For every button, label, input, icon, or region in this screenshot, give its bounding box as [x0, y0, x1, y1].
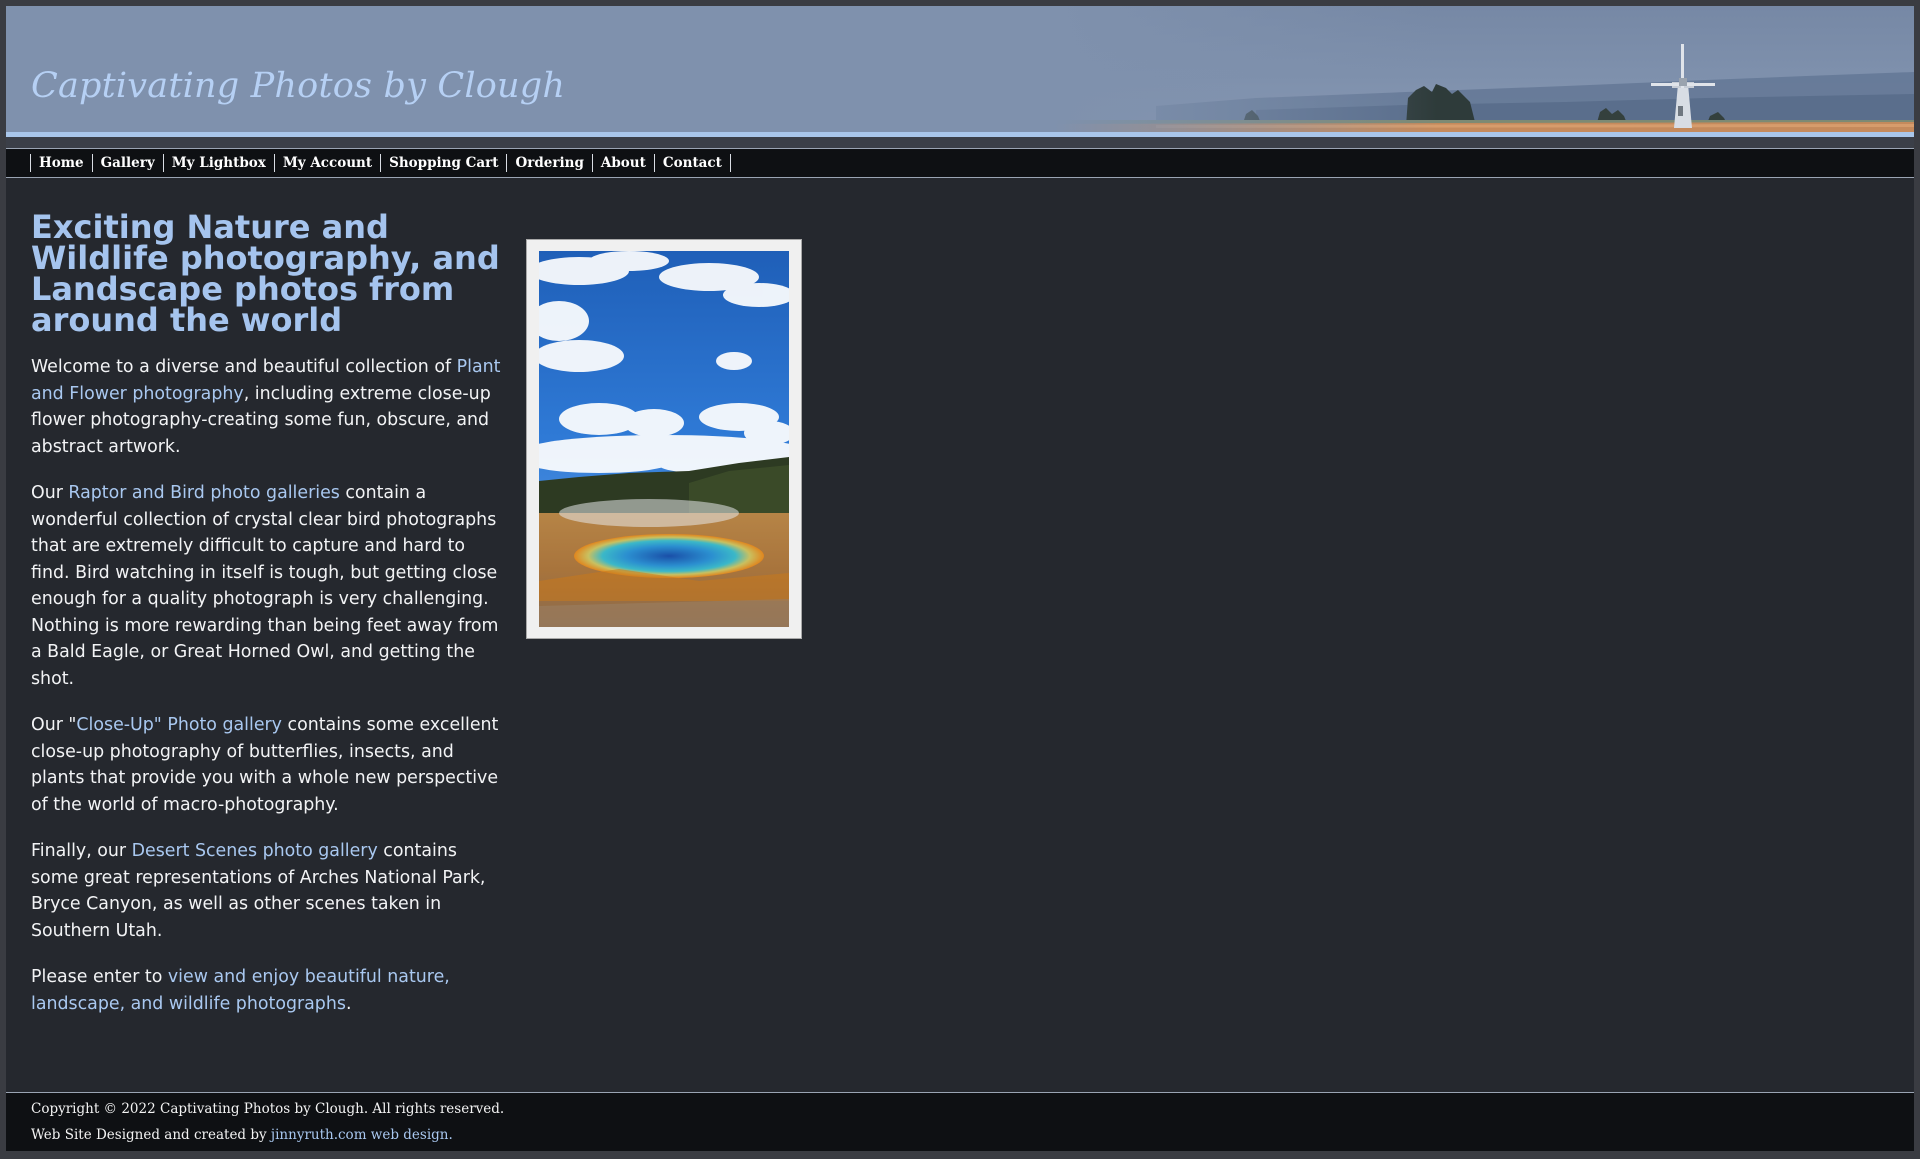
header-banner: Captivating Photos by Clough: [6, 6, 1914, 132]
paragraph-text: Please enter to: [31, 967, 168, 987]
desert-scenes-gallery-link[interactable]: Desert Scenes photo gallery: [132, 841, 378, 861]
paragraph-text: Our: [31, 483, 69, 503]
paragraph-text: contain a wonderful collection of crysta…: [31, 483, 499, 689]
designer-credit-prefix: Web Site Designed and created by: [31, 1127, 271, 1143]
featured-photo-hot-spring[interactable]: [539, 251, 789, 627]
close-up-paragraph: Our "Close-Up" Photo gallery contains so…: [31, 712, 501, 818]
intro-paragraph: Welcome to a diverse and beautiful colle…: [31, 354, 501, 460]
page: Captivating Photos by Clough Home Galler…: [6, 6, 1914, 1151]
paragraph-text: Welcome to a diverse and beautiful colle…: [31, 357, 457, 377]
header-gap: [6, 137, 1914, 148]
nav-list: Home Gallery My Lightbox My Account Shop…: [30, 153, 731, 173]
site-title[interactable]: Captivating Photos by Clough: [31, 66, 565, 106]
raptor-bird-gallery-link[interactable]: Raptor and Bird photo galleries: [68, 483, 339, 503]
nav-item-my-lightbox[interactable]: My Lightbox: [164, 153, 274, 173]
close-up-gallery-link[interactable]: Close-Up" Photo gallery: [76, 715, 282, 735]
paragraph-text: Finally, our: [31, 841, 132, 861]
copyright-text: Copyright © 2022 Captivating Photos by C…: [31, 1101, 505, 1117]
main-navigation: Home Gallery My Lightbox My Account Shop…: [6, 148, 1914, 178]
designer-link[interactable]: jinnyruth.com web design.: [271, 1127, 453, 1143]
desert-scenes-paragraph: Finally, our Desert Scenes photo gallery…: [31, 838, 501, 944]
nav-item-contact[interactable]: Contact: [655, 153, 730, 173]
enter-paragraph: Please enter to view and enjoy beautiful…: [31, 964, 501, 1017]
nav-separator: [729, 154, 731, 172]
nav-item-gallery[interactable]: Gallery: [93, 153, 163, 173]
featured-photo-frame[interactable]: [526, 239, 802, 639]
page-heading: Exciting Nature and Wildlife photography…: [31, 208, 500, 339]
main-content: Exciting Nature and Wildlife photography…: [31, 208, 501, 1017]
footer: Copyright © 2022 Captivating Photos by C…: [6, 1092, 1914, 1151]
raptor-bird-paragraph: Our Raptor and Bird photo galleries cont…: [31, 480, 501, 692]
nav-item-my-account[interactable]: My Account: [275, 153, 380, 173]
designer-credit: Web Site Designed and created by jinnyru…: [31, 1127, 453, 1143]
nav-item-home[interactable]: Home: [31, 153, 92, 173]
paragraph-text: .: [345, 993, 352, 1014]
paragraph-text: Our ": [31, 715, 77, 735]
nav-item-shopping-cart[interactable]: Shopping Cart: [381, 153, 506, 173]
nav-item-about[interactable]: About: [593, 153, 654, 173]
nav-item-ordering[interactable]: Ordering: [507, 153, 591, 173]
